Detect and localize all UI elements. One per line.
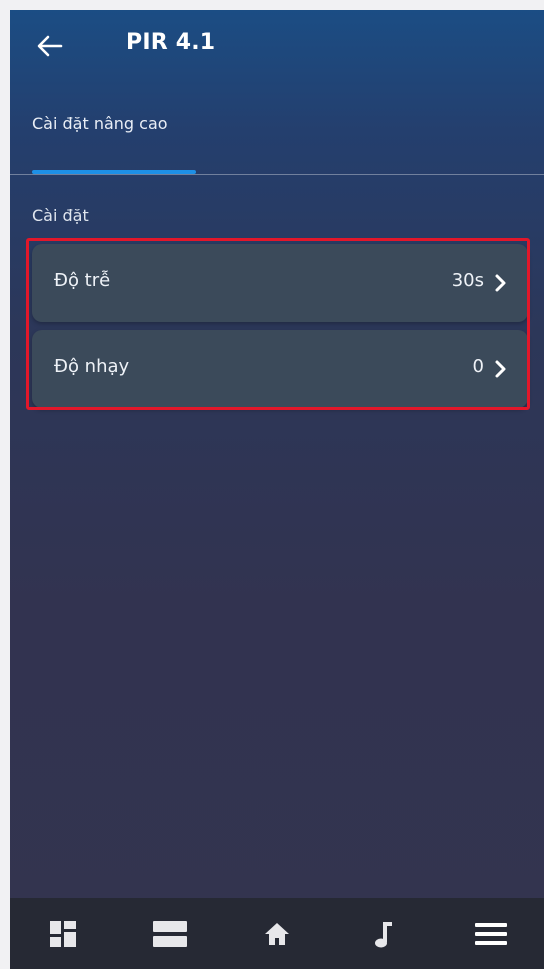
- page-title: PIR 4.1: [126, 30, 216, 55]
- back-button[interactable]: [32, 28, 68, 64]
- section-label: Cài đặt: [32, 206, 89, 225]
- nav-home[interactable]: [247, 904, 307, 964]
- highlight-box: [26, 238, 530, 410]
- music-note-icon: [374, 921, 392, 947]
- top-bar: PIR 4.1: [10, 10, 544, 82]
- arrow-left-icon: [37, 35, 63, 57]
- home-icon: [264, 922, 289, 945]
- tab-advanced-settings[interactable]: Cài đặt nâng cao: [32, 114, 168, 133]
- list-icon: [153, 920, 188, 947]
- bottom-navigation: [10, 898, 544, 969]
- dashboard-icon: [50, 920, 77, 947]
- nav-menu[interactable]: [461, 904, 521, 964]
- nav-dashboard[interactable]: [33, 904, 93, 964]
- menu-icon: [474, 922, 507, 945]
- app-screen: PIR 4.1 Cài đặt nâng cao Cài đặt Độ trễ …: [10, 10, 544, 969]
- tab-divider: [10, 174, 544, 175]
- nav-music[interactable]: [354, 904, 414, 964]
- nav-list[interactable]: [140, 904, 200, 964]
